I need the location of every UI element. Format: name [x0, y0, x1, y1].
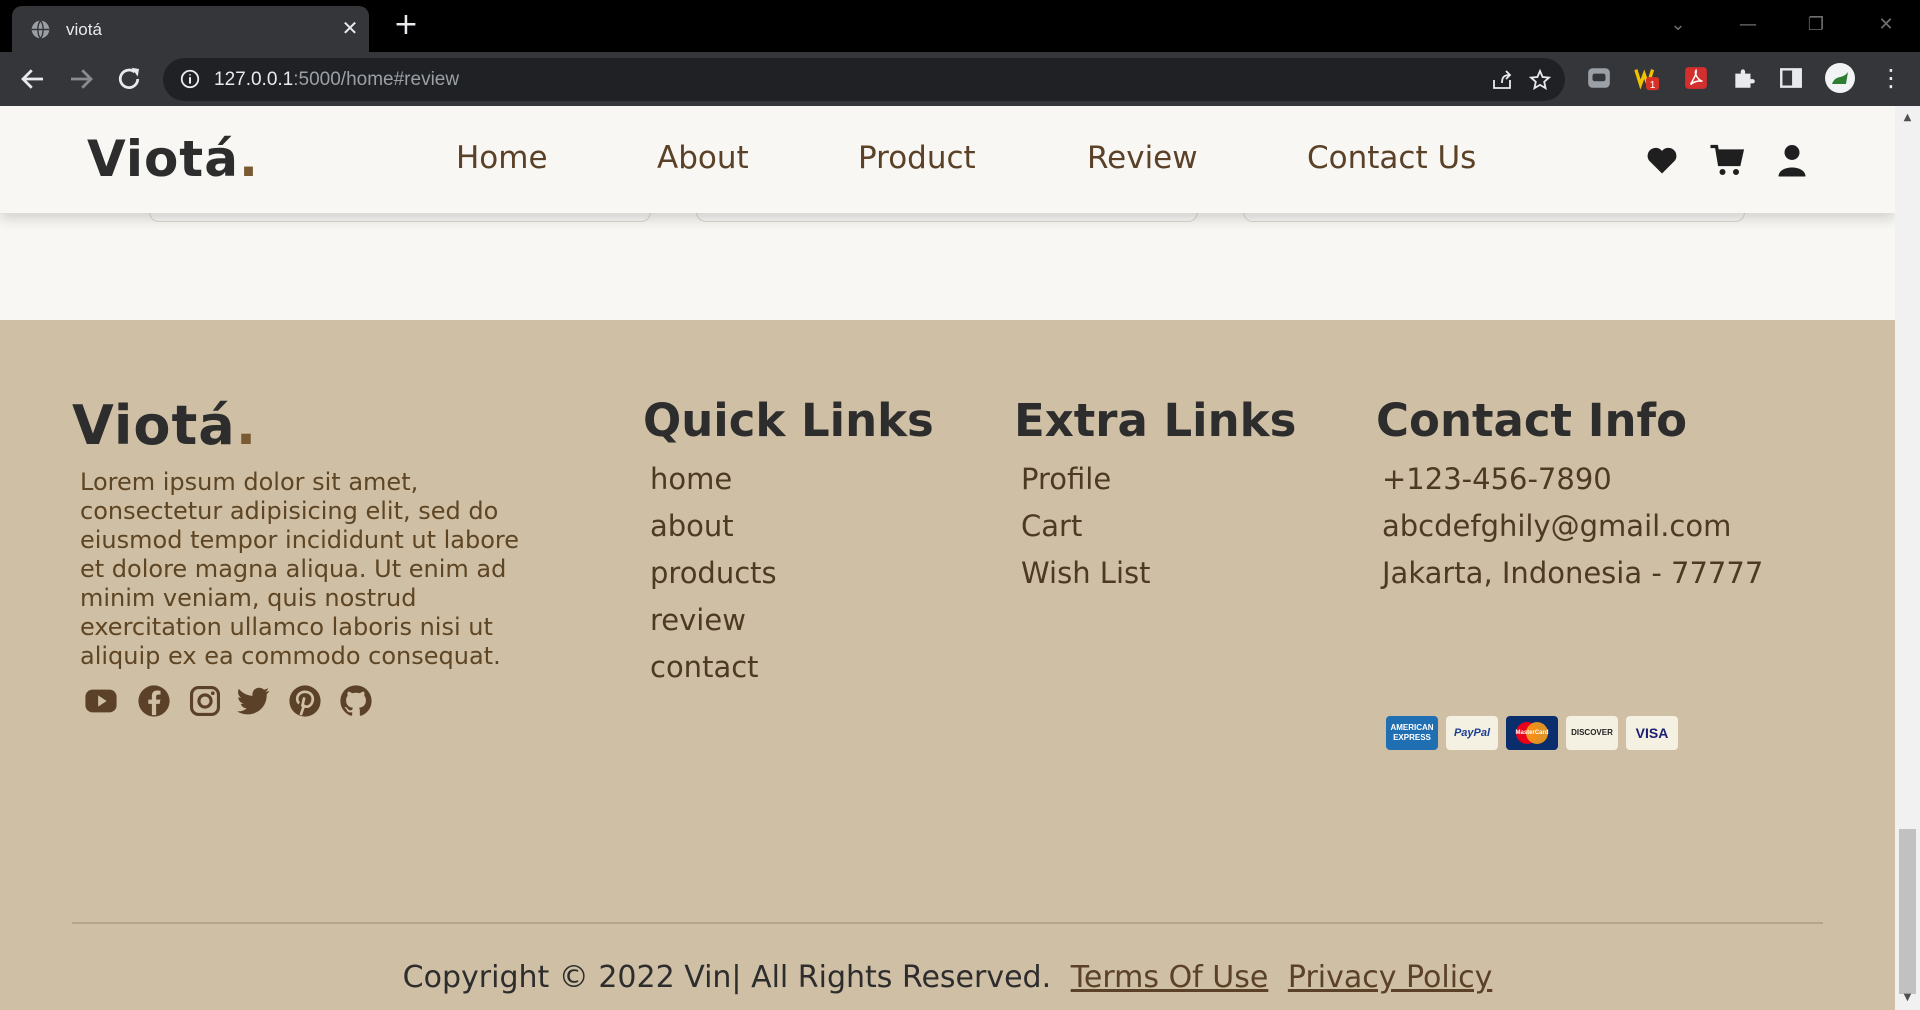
browser-tab[interactable]: viotá ✕: [12, 6, 369, 52]
visa-card-icon: VISA: [1626, 716, 1678, 750]
heart-icon[interactable]: [1643, 142, 1681, 178]
copyright-text: Copyright © 2022 Vin| All Rights Reserve…: [402, 960, 1052, 995]
privacy-policy-link[interactable]: Privacy Policy: [1288, 960, 1492, 995]
copyright-line: Copyright © 2022 Vin| All Rights Reserve…: [0, 960, 1895, 995]
quick-link-about[interactable]: about: [650, 509, 734, 543]
url-host: 127.0.0.1: [214, 69, 294, 90]
url-text: 127.0.0.1:5000/home#review: [214, 69, 459, 91]
nav-contact-us[interactable]: Contact Us: [1307, 140, 1476, 176]
tab-title: viotá: [66, 20, 102, 39]
scroll-up-icon[interactable]: ▲: [1899, 112, 1916, 126]
chrome-menu-icon[interactable]: ⋮: [1878, 65, 1904, 91]
close-window-icon[interactable]: ✕: [1866, 10, 1906, 40]
tab-search-icon[interactable]: ⌄: [1658, 10, 1698, 40]
web-page: Viotá. Home About Product Review Contact…: [0, 106, 1895, 1010]
terms-of-use-link[interactable]: Terms Of Use: [1071, 960, 1269, 995]
user-icon[interactable]: [1773, 142, 1811, 178]
extension-badge: 1: [1650, 80, 1656, 91]
contact-phone: +123-456-7890: [1382, 462, 1612, 496]
extra-link-profile[interactable]: Profile: [1021, 462, 1111, 496]
share-icon[interactable]: [1490, 68, 1514, 92]
cart-icon[interactable]: [1708, 142, 1746, 178]
quick-link-home[interactable]: home: [650, 462, 732, 496]
footer-logo-text: Viotá: [72, 394, 236, 457]
nav-product[interactable]: Product: [858, 140, 976, 176]
reload-icon[interactable]: [114, 64, 144, 94]
amex-card-icon: AMERICAN EXPRESS: [1386, 716, 1438, 750]
pdf-extension-icon[interactable]: [1683, 65, 1709, 91]
nav-home[interactable]: Home: [456, 140, 548, 176]
footer-divider: [72, 922, 1823, 924]
url-path: :5000/home#review: [293, 69, 460, 90]
mastercard-label: MasterCard: [1515, 730, 1549, 736]
back-icon[interactable]: [18, 64, 48, 94]
restore-icon[interactable]: ❐: [1796, 10, 1836, 40]
discover-card-icon: DISCOVER: [1566, 716, 1618, 750]
site-header: Viotá. Home About Product Review Contact…: [0, 106, 1895, 213]
logo-dot: .: [238, 130, 259, 188]
profile-avatar-icon[interactable]: [1824, 62, 1856, 94]
side-panel-icon[interactable]: [1778, 65, 1804, 91]
quick-link-review[interactable]: review: [650, 603, 746, 637]
site-info-icon[interactable]: [179, 68, 201, 90]
bookmark-star-icon[interactable]: [1528, 68, 1552, 92]
contact-info-title: Contact Info: [1376, 394, 1687, 447]
contact-address: Jakarta, Indonesia - 77777: [1382, 556, 1764, 590]
forward-icon[interactable]: [66, 64, 96, 94]
youtube-icon[interactable]: [83, 684, 119, 718]
logo-text: Viotá: [87, 130, 239, 188]
mastercard-card-icon: MasterCard: [1506, 716, 1558, 750]
contact-email: abcdefghily@gmail.com: [1382, 509, 1732, 543]
line-extension-icon[interactable]: [1586, 65, 1612, 91]
close-tab-icon[interactable]: ✕: [337, 15, 363, 41]
address-bar[interactable]: 127.0.0.1:5000/home#review: [163, 58, 1565, 101]
globe-icon: [31, 20, 50, 39]
nav-about[interactable]: About: [657, 140, 749, 176]
quick-link-contact[interactable]: contact: [650, 650, 759, 684]
scrollbar-thumb[interactable]: [1899, 829, 1916, 994]
extensions-puzzle-icon[interactable]: [1731, 65, 1757, 91]
w-extension-icon[interactable]: 1: [1634, 65, 1660, 91]
browser-toolbar: 127.0.0.1:5000/home#review 1 ⋮: [0, 52, 1920, 106]
extra-links-title: Extra Links: [1014, 394, 1297, 447]
extra-link-wish-list[interactable]: Wish List: [1021, 556, 1151, 590]
instagram-icon[interactable]: [187, 684, 223, 718]
facebook-icon[interactable]: [136, 684, 172, 718]
twitter-icon[interactable]: [236, 684, 272, 718]
github-icon[interactable]: [338, 684, 374, 718]
browser-tab-bar: viotá ✕ + ⌄ — ❐ ✕: [0, 0, 1920, 52]
nav-review[interactable]: Review: [1087, 140, 1198, 176]
extra-link-cart[interactable]: Cart: [1021, 509, 1082, 543]
footer-description: Lorem ipsum dolor sit amet, consectetur …: [80, 468, 520, 670]
paypal-card-icon: PayPal: [1446, 716, 1498, 750]
scroll-down-icon[interactable]: ▼: [1899, 992, 1916, 1006]
new-tab-icon[interactable]: +: [390, 10, 422, 42]
site-footer: Viotá. Lorem ipsum dolor sit amet, conse…: [0, 320, 1895, 1010]
footer-logo-dot: .: [235, 394, 258, 457]
minimize-icon[interactable]: —: [1728, 10, 1768, 40]
pinterest-icon[interactable]: [287, 684, 323, 718]
footer-logo: Viotá.: [72, 394, 257, 457]
quick-link-products[interactable]: products: [650, 556, 777, 590]
site-logo[interactable]: Viotá.: [87, 130, 259, 188]
quick-links-title: Quick Links: [643, 394, 934, 447]
